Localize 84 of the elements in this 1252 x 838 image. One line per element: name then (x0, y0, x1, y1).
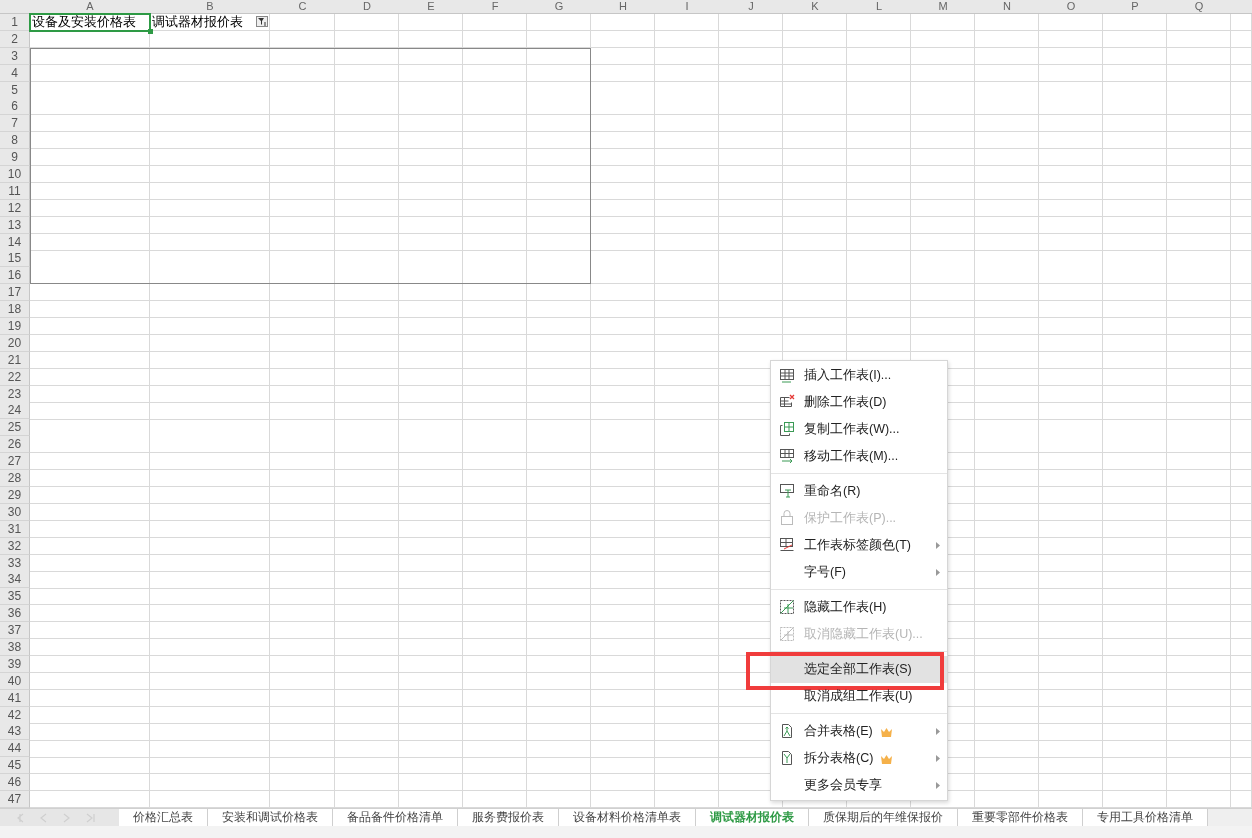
menu-item[interactable]: 移动工作表(M)... (771, 443, 947, 470)
column-header[interactable]: E (427, 0, 435, 13)
submenu-arrow-icon (936, 728, 940, 735)
row-header[interactable]: 8 (0, 132, 30, 150)
rename-icon (779, 483, 795, 499)
row-header[interactable]: 1 (0, 14, 30, 31)
row-header[interactable]: 37 (0, 622, 30, 640)
row-header[interactable]: 16 (0, 267, 30, 285)
menu-item[interactable]: 合并表格(E) (771, 718, 947, 745)
menu-item[interactable]: 复制工作表(W)... (771, 416, 947, 443)
column-header[interactable]: N (1003, 0, 1011, 13)
column-header[interactable]: J (748, 0, 754, 13)
column-header[interactable]: M (938, 0, 948, 13)
sheet-tab[interactable]: 调试器材报价表 (696, 809, 809, 826)
sheet-tab[interactable]: 重要零部件价格表 (958, 809, 1083, 826)
menu-item[interactable]: 更多会员专享 (771, 772, 947, 799)
row-header[interactable]: 25 (0, 419, 30, 437)
sheet-tab[interactable]: 专用工具价格清单 (1083, 809, 1208, 826)
filter-button[interactable] (256, 16, 268, 27)
table-icon (779, 367, 795, 383)
column-header[interactable]: F (491, 0, 499, 13)
menu-item[interactable]: 插入工作表(I)... (771, 362, 947, 389)
submenu-arrow-icon (936, 782, 940, 789)
row-header[interactable]: 45 (0, 757, 30, 775)
row-header[interactable]: 6 (0, 98, 30, 116)
unhide-sheet-icon (779, 626, 795, 642)
merge-icon (779, 723, 795, 739)
table-copy-icon (779, 421, 795, 437)
menu-item[interactable]: 删除工作表(D) (771, 389, 947, 416)
menu-item[interactable]: 字号(F) (771, 559, 947, 586)
table-delete-icon (779, 394, 795, 410)
sheet-tab[interactable]: 备品备件价格清单 (333, 809, 458, 826)
sheet-tab[interactable]: 设备材料价格清单表 (559, 809, 696, 826)
menu-item[interactable]: 选定全部工作表(S) (771, 656, 947, 683)
row-header[interactable]: 7 (0, 115, 30, 133)
submenu-arrow-icon (936, 755, 940, 762)
row-header[interactable]: 46 (0, 774, 30, 792)
menu-item[interactable]: 取消成组工作表(U) (771, 683, 947, 710)
row-header[interactable]: 43 (0, 723, 30, 741)
column-header[interactable]: H (619, 0, 627, 13)
row-header[interactable]: 34 (0, 571, 30, 589)
menu-item[interactable]: 隐藏工作表(H) (771, 594, 947, 621)
row-header[interactable]: 35 (0, 588, 30, 606)
column-header[interactable]: O (1066, 0, 1076, 13)
column-header[interactable]: I (685, 0, 689, 13)
column-header[interactable]: D (363, 0, 371, 13)
submenu-arrow-icon (936, 542, 940, 549)
sheet-tab[interactable]: 服务费报价表 (458, 809, 559, 826)
sheet-tab[interactable]: 价格汇总表 (119, 809, 208, 826)
column-header[interactable]: P (1131, 0, 1139, 13)
column-header[interactable]: B (206, 0, 214, 13)
hide-sheet-icon (779, 599, 795, 615)
row-header[interactable]: 26 (0, 436, 30, 454)
row-header[interactable]: 10 (0, 166, 30, 183)
sheet-tab[interactable]: 质保期后的年维保报价 (809, 809, 958, 826)
column-header[interactable]: G (554, 0, 564, 13)
row-header[interactable]: 44 (0, 740, 30, 758)
row-header[interactable]: 36 (0, 605, 30, 623)
table-move-icon (779, 448, 795, 464)
row-header[interactable]: 9 (0, 149, 30, 167)
row-header[interactable]: 18 (0, 301, 30, 319)
sheet-tab[interactable]: 安装和调试价格表 (208, 809, 333, 826)
column-header[interactable]: Q (1194, 0, 1204, 13)
cell-text: 调试器材报价表 (152, 14, 243, 30)
column-header[interactable]: L (875, 0, 883, 13)
split-icon (779, 750, 795, 766)
column-header[interactable]: C (298, 0, 307, 13)
column-header[interactable]: A (86, 0, 94, 13)
row-header[interactable]: 28 (0, 470, 30, 488)
lock-icon (779, 510, 795, 526)
menu-item[interactable]: 重命名(R) (771, 478, 947, 505)
row-header[interactable]: 15 (0, 250, 30, 268)
column-header[interactable]: K (811, 0, 819, 13)
submenu-arrow-icon (936, 569, 940, 576)
menu-item[interactable]: 工作表标签颜色(T) (771, 532, 947, 559)
crown-icon (880, 753, 894, 764)
row-header[interactable]: 27 (0, 453, 30, 471)
row-header[interactable]: 24 (0, 402, 30, 420)
tab-color-icon (779, 537, 795, 553)
cell-text: 设备及安装价格表 (32, 14, 136, 30)
crown-icon (879, 726, 893, 737)
row-header[interactable]: 17 (0, 284, 30, 302)
row-header[interactable]: 19 (0, 318, 30, 336)
menu-item[interactable]: 拆分表格(C) (771, 745, 947, 772)
